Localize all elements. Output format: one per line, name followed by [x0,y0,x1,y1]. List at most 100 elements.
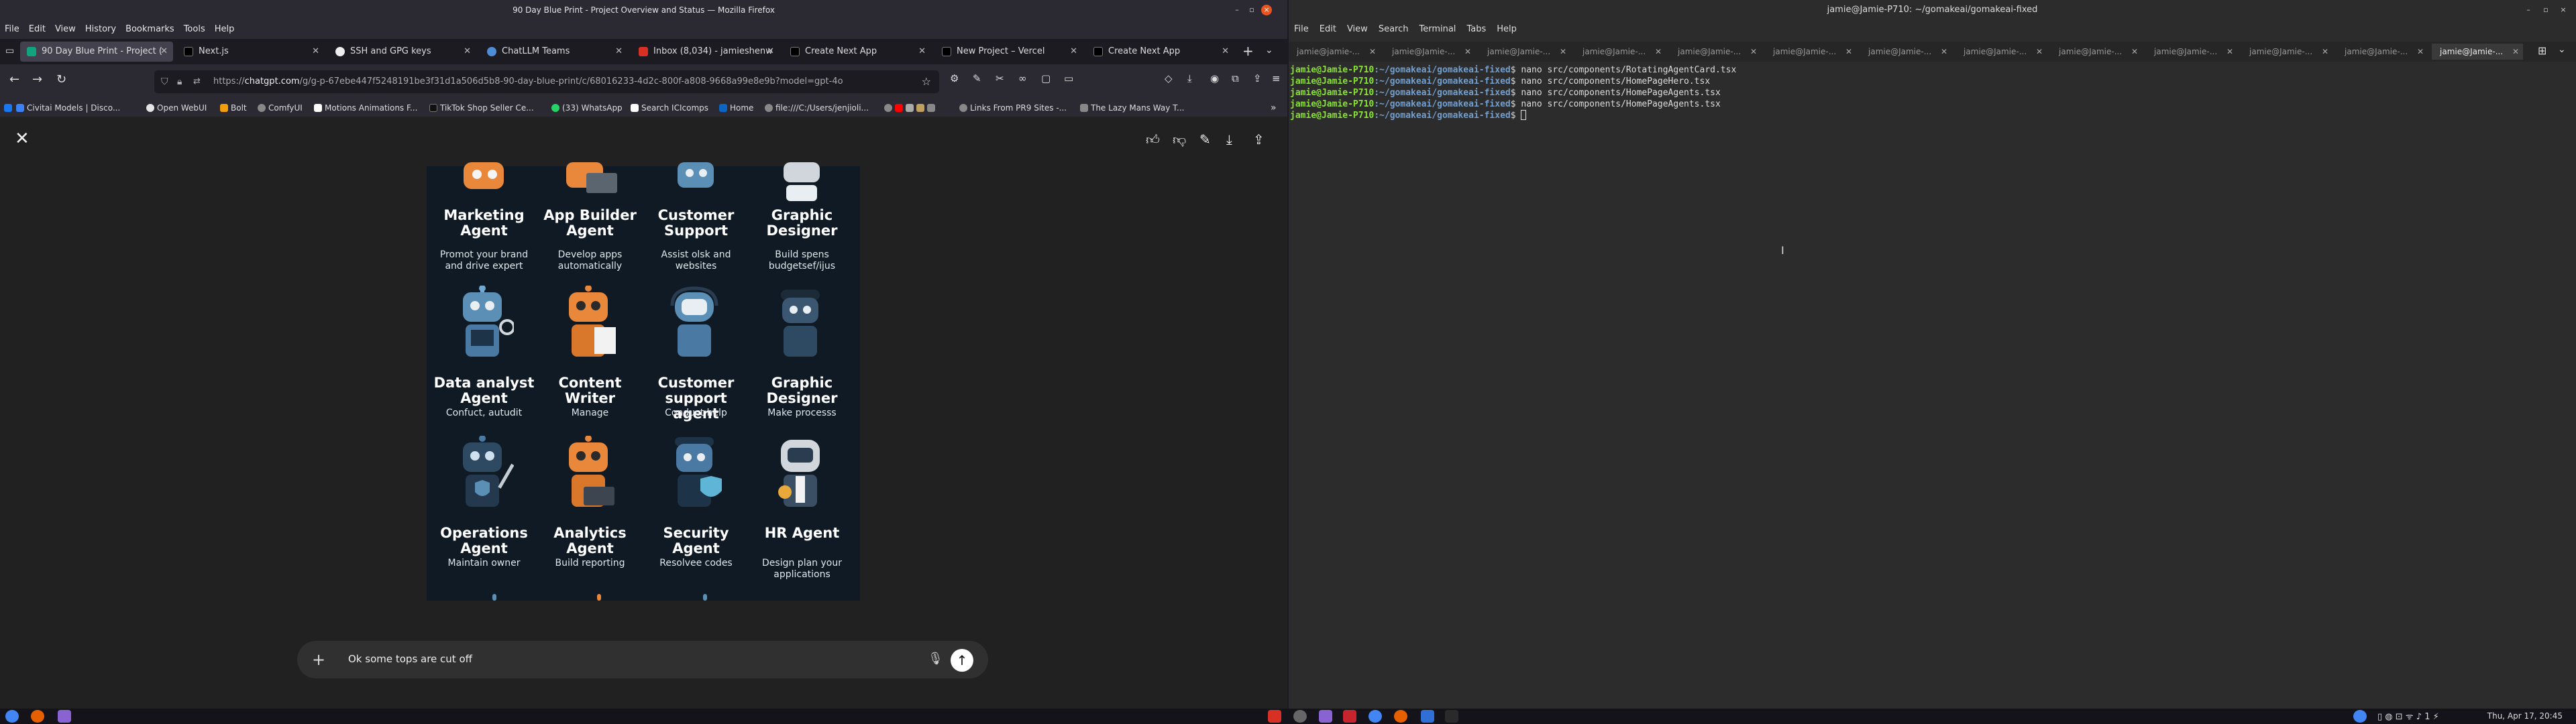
chrome-tray-icon[interactable] [2353,710,2367,723]
close-button[interactable]: × [2558,5,2569,15]
terminal-tab[interactable]: jamie@Jamie-... ✕ [1955,44,2047,60]
tab-new-project-vercel[interactable]: New Project – Vercel ✕ [935,42,1083,62]
close-tab-icon[interactable]: ✕ [2131,44,2138,60]
app-icon[interactable] [1421,710,1434,723]
close-tab-icon[interactable]: ✕ [615,42,623,62]
bookmark-file[interactable]: file:///C:/Users/jenjioli... [765,99,869,117]
close-tab-icon[interactable]: ✕ [2036,44,2043,60]
chrome-icon[interactable] [1368,710,1382,723]
menu-help[interactable]: Help [210,20,239,39]
close-tab-icon[interactable]: ✕ [1222,42,1229,62]
terminal-tab[interactable]: jamie@Jamie-... ✕ [1479,44,1570,60]
close-tab-icon[interactable]: ✕ [160,42,168,62]
menu-help[interactable]: Help [1491,20,1522,39]
terminal-tab[interactable]: jamie@jamie-... ✕ [1289,44,1380,60]
extensions-icon[interactable]: ⧉ [1232,72,1239,84]
tab-nextjs[interactable]: Next.js ✕ [177,42,325,62]
close-tab-icon[interactable]: ✕ [464,42,471,62]
menu-file[interactable]: File [0,20,24,39]
bookmark-comfyui[interactable]: ComfyUI [258,99,303,117]
app-icon[interactable] [1343,710,1356,723]
chevron-down-icon[interactable]: ⌄ [1265,45,1273,56]
maximize-button[interactable]: ▫ [1246,5,1257,15]
terminal-tab[interactable]: jamie@Jamie-... ✕ [2146,44,2237,60]
chevron-down-icon[interactable]: ⌄ [2558,44,2566,55]
tab-chatllm[interactable]: ChatLLM Teams ✕ [480,42,628,62]
bookmark-civitai[interactable]: Civitai Models | Disco... [16,99,120,117]
terminal-tab[interactable]: jamie@Jamie-... ✕ [1765,44,1856,60]
microphone-icon[interactable]: 🎙︎ [928,652,943,666]
tab-ssh-gpg[interactable]: SSH and GPG keys ✕ [329,42,476,62]
terminal-tab[interactable]: jamie@Jamie-... ✕ [1860,44,1951,60]
chrome-icon[interactable] [5,710,19,723]
message-composer[interactable]: + Ok some tops are cut off 🎙︎ ↑ [297,641,988,678]
minimize-button[interactable]: – [2523,5,2534,15]
close-tab-icon[interactable]: ✕ [1070,42,1077,62]
back-icon[interactable]: ← [9,72,19,86]
edit-image-icon[interactable]: ✎ [1199,131,1211,147]
app-icon[interactable] [1268,710,1281,723]
download-icon[interactable]: ⤓ [1226,131,1232,147]
close-tab-icon[interactable]: ✕ [2226,44,2233,60]
close-tab-icon[interactable]: ✕ [1750,44,1757,60]
bookmark-tiktok[interactable]: TikTok Shop Seller Ce... [429,99,534,117]
close-tab-icon[interactable]: ✕ [2417,44,2424,60]
attach-icon[interactable]: + [312,650,325,669]
new-tab-icon[interactable]: + [1242,43,1254,59]
menu-bookmarks[interactable]: Bookmarks [121,20,179,39]
thumbs-up-icon[interactable]: 👍︎ [1146,131,1160,148]
tab-90-day-blueprint[interactable]: 90 Day Blue Print - Project (✕ [20,42,173,62]
pocket-icon[interactable]: ▢ [1041,72,1051,84]
files-icon[interactable] [1319,710,1332,723]
tab-create-next-app-2[interactable]: Create Next App ✕ [1087,42,1234,62]
menu-edit[interactable]: Edit [1314,20,1342,39]
terminal-tab[interactable]: jamie@Jamie-... ✕ [2241,44,2332,60]
close-tab-icon[interactable]: ✕ [1845,44,1852,60]
bookmark-pr9[interactable]: Links From PR9 Sites -... [959,99,1067,117]
app-icon[interactable] [1293,710,1307,723]
new-tab-icon[interactable]: ⊞ [2538,44,2546,57]
terminal-tab[interactable]: jamie@Jamie-... ✕ [1670,44,1761,60]
menu-search[interactable]: Search [1373,20,1414,39]
menu-tabs[interactable]: Tabs [1461,20,1491,39]
terminal-tab[interactable]: jamie@Jamie-... ✕ [2337,44,2428,60]
close-tab-icon[interactable]: ✕ [1369,44,1376,60]
terminal-icon[interactable] [1445,710,1458,723]
terminal-output[interactable]: jamie@Jamie-P710:~/gomakeai/gomakeai-fix… [1289,64,2576,708]
close-tab-icon[interactable]: ✕ [1655,44,1662,60]
tab-inbox[interactable]: Inbox (8,034) - jamieshenw ✕ [632,42,780,62]
menu-icon[interactable]: ≡ [1272,72,1281,84]
close-tab-icon[interactable]: ✕ [1941,44,1947,60]
menu-file[interactable]: File [1289,20,1314,39]
bookmark-motions[interactable]: Motions Animations F... [314,99,417,117]
close-tab-icon[interactable]: ✕ [1560,44,1566,60]
close-tab-icon[interactable]: ✕ [918,42,926,62]
bookmark-bolt[interactable]: Bolt [220,99,247,117]
account-icon[interactable]: ◉ [1210,72,1219,84]
minimize-button[interactable]: – [1232,5,1242,15]
forward-icon[interactable]: → [32,72,42,86]
permissions-icon[interactable]: ⇄ [193,70,201,93]
bookmark-home[interactable]: Home [719,99,753,117]
close-tab-icon[interactable]: ✕ [1464,44,1471,60]
pocket-save-icon[interactable]: ◇ [1165,72,1173,84]
terminal-tab-active[interactable]: jamie@Jamie-... ✕ [2432,44,2523,60]
firefox-icon[interactable] [31,710,44,723]
bookmark-whatsapp[interactable]: (33) WhatsApp [551,99,623,117]
chevron-right-icon[interactable]: » [1271,99,1277,117]
tab-create-next-app[interactable]: Create Next App ✕ [784,42,931,62]
close-tab-icon[interactable]: ✕ [312,42,319,62]
terminal-tab[interactable]: jamie@Jamie-... ✕ [1384,44,1475,60]
bookmark-openwebui[interactable]: Open WebUI [146,99,207,117]
star-icon[interactable]: ☆ [922,70,931,93]
folder-icon[interactable]: ▭ [1064,72,1073,84]
extension-icon[interactable]: ⚙ [950,72,959,84]
menu-tools[interactable]: Tools [179,20,210,39]
share-icon[interactable]: ⇪ [1253,72,1262,84]
share-icon[interactable]: ⇪ [1253,131,1265,147]
thumbs-down-icon[interactable]: 👎︎ [1173,131,1186,148]
bookmark-icons-row[interactable] [884,99,938,117]
menu-edit[interactable]: Edit [24,20,50,39]
bookmark-icicomps[interactable]: Search ICIcomps [631,99,708,117]
close-tab-icon[interactable]: ✕ [767,42,774,62]
